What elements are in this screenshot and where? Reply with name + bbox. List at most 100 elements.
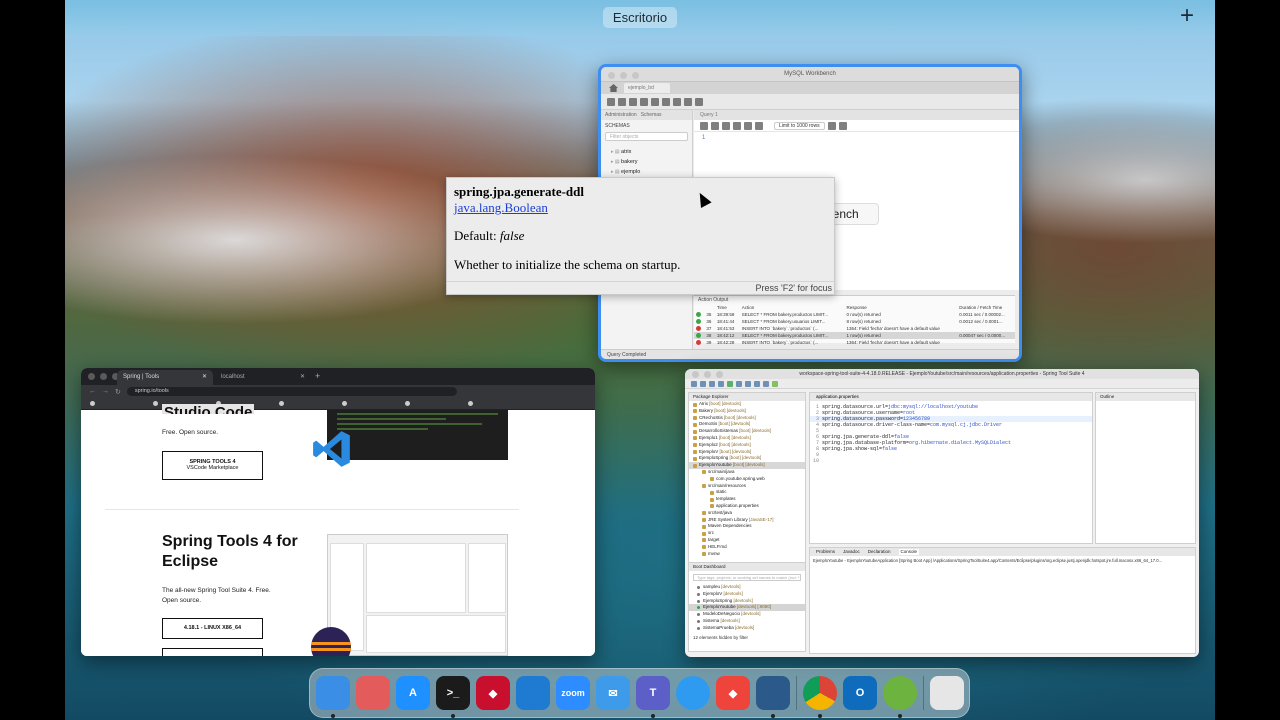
finder-icon[interactable] [316,676,350,718]
back-icon[interactable]: ← [89,388,96,395]
tree-item[interactable]: EjemploSpring [boot] [devtools] [689,455,805,462]
tab-problems[interactable]: Problems [816,549,835,555]
open-type-icon[interactable] [763,380,769,387]
bookmark-icon[interactable] [405,401,410,406]
spring-boot-icon[interactable] [772,380,778,387]
schema-item[interactable]: ejemplo [611,167,692,177]
chrome-window[interactable]: Spring | Tools ✕ localhost ✕ + ← → ↻ sprin… [81,368,595,656]
boot-dashboard-tab[interactable]: Boot Dashboard [689,563,805,571]
boot-app-item[interactable]: sampleu [devtools] [689,584,805,591]
mail-icon[interactable]: ✉ [596,676,630,710]
external-tools-icon[interactable] [736,380,742,387]
open-icon[interactable] [700,121,708,130]
plus-icon[interactable]: + [1176,4,1198,28]
boot-app-item[interactable]: EjemploV [devtools] [689,591,805,598]
bookmark-icon[interactable] [279,401,284,406]
teams-icon[interactable]: T [636,676,670,718]
tree-item[interactable]: JRE System Library [JavaSE-17] [689,517,805,524]
forward-icon[interactable]: → [102,388,109,395]
spring-tool-suite-icon[interactable] [883,676,917,718]
properties-editor[interactable]: application.properties 1 spring.datasourc… [809,392,1093,544]
boot-app-item[interactable]: EjemploYoutube [devtools] [:8080] [689,604,805,612]
vscode-marketplace-button[interactable]: SPRING TOOLS 4 VSCode Marketplace [162,451,263,480]
bookmark-icon[interactable] [342,401,347,406]
function-icon[interactable] [673,97,681,106]
bookmark-icon[interactable] [468,401,473,406]
boot-app-item[interactable]: Sistema [devtools] [689,618,805,625]
zoom-icon[interactable]: zoom [556,676,590,710]
vscode-icon[interactable] [516,676,550,710]
bookmark-icon[interactable] [153,401,158,406]
tree-item[interactable]: src [689,530,805,537]
chrome-icon[interactable] [803,676,837,718]
editor-tab[interactable]: application.properties [810,393,1092,401]
trash-icon[interactable] [930,676,964,710]
stop-icon[interactable] [755,121,763,130]
window-titlebar[interactable]: workspace-spring-tool-suite-4-4.18.0.REL… [685,369,1199,379]
browser-tab-spring-tools[interactable]: Spring | Tools ✕ [117,370,213,385]
run-icon[interactable] [727,380,733,387]
tab-console[interactable]: Console [898,549,920,555]
terminal-icon[interactable]: >_ [436,676,470,718]
execute-line-icon[interactable] [733,121,741,130]
tree-item[interactable]: Bakery [boot] [devtools] [689,408,805,415]
beautify-icon[interactable] [827,121,836,130]
new-icon[interactable] [691,380,697,387]
tree-item[interactable]: Ejemplo1 [boot] [devtools] [689,435,805,442]
tree-item[interactable]: application.properties [689,503,805,510]
launchpad-icon[interactable] [356,676,390,710]
limit-rows-select[interactable]: Limit to 1000 rows [774,121,825,130]
view-icon[interactable] [651,97,659,106]
close-icon[interactable]: ✕ [202,373,207,380]
tree-item[interactable]: target [689,537,805,544]
app-store-icon[interactable]: A [396,676,430,710]
new-class-icon[interactable] [745,380,751,387]
close-icon[interactable]: ✕ [300,373,305,380]
print-icon[interactable] [709,380,715,387]
tree-item[interactable]: Maven Dependencies [689,523,805,530]
tree-item[interactable]: EjemploYoutube [boot] [devtools] [689,462,805,469]
tree-item[interactable]: Ejemplo2 [boot] [devtools] [689,442,805,449]
git-client-icon[interactable]: ◆ [476,676,510,710]
new-query-icon[interactable] [607,97,615,106]
query-tab[interactable]: Query 1 [694,110,1019,120]
find-icon[interactable] [838,121,847,130]
tree-item[interactable]: static [689,489,805,496]
search-icon[interactable] [754,380,760,387]
property-type-link[interactable]: java.lang.Boolean [454,200,548,216]
tree-item[interactable]: templates [689,496,805,503]
boot-app-item[interactable]: EjemploSpring [devtools] [689,598,805,605]
tree-item[interactable]: src/test/java [689,510,805,517]
home-icon[interactable] [609,84,618,92]
explain-icon[interactable] [744,121,752,130]
execute-icon[interactable] [722,121,730,130]
tree-item[interactable]: CRechoStis [boot] [devtools] [689,415,805,422]
table-row[interactable]: 38 18:42:12 SELECT * FROM bakery.productos… [694,332,1015,339]
table-row[interactable]: 35 18:39:58 SELECT * FROM bakery.productos… [694,311,1015,318]
package-explorer-tab[interactable]: Package Explorer [689,393,805,401]
table-row[interactable]: 36 18:41:44 SELECT * FROM bakery.usuarios … [694,318,1015,325]
tree-item[interactable]: EjemploV [boot] [devtools] [689,449,805,456]
tree-item[interactable]: DemoSis [boot] [devtools] [689,421,805,428]
window-controls[interactable] [88,373,119,380]
tree-item[interactable]: com.youtube.spring.web [689,476,805,483]
tab-schemas[interactable]: Schemas [641,112,662,118]
outlook-icon[interactable]: O [843,676,877,710]
boot-app-item[interactable]: SistemaPrueba [devtools] [689,625,805,632]
tree-item[interactable]: DesarrolloSistemas [boot] [devtools] [689,428,805,435]
code-line[interactable]: 10 [810,458,1092,464]
tree-item[interactable]: mvnw [689,551,805,558]
schema-icon[interactable] [629,97,637,106]
browser-tab-localhost[interactable]: localhost ✕ [215,370,311,385]
safari-icon[interactable] [676,676,710,710]
spring-tool-suite-window[interactable]: workspace-spring-tool-suite-4-4.18.0.REL… [685,369,1199,657]
search-icon[interactable] [684,97,692,106]
tree-item[interactable]: Atrix [boot] [devtools] [689,401,805,408]
new-tab-icon[interactable]: + [315,371,320,381]
reconnect-icon[interactable] [695,97,703,106]
url-input[interactable]: spring.io/tools [126,387,457,396]
desktop-space-label[interactable]: Escritorio [603,7,677,28]
procedure-icon[interactable] [662,97,670,106]
tab-administration[interactable]: Administration [605,112,637,118]
tab-declaration[interactable]: Declaration [868,549,891,555]
